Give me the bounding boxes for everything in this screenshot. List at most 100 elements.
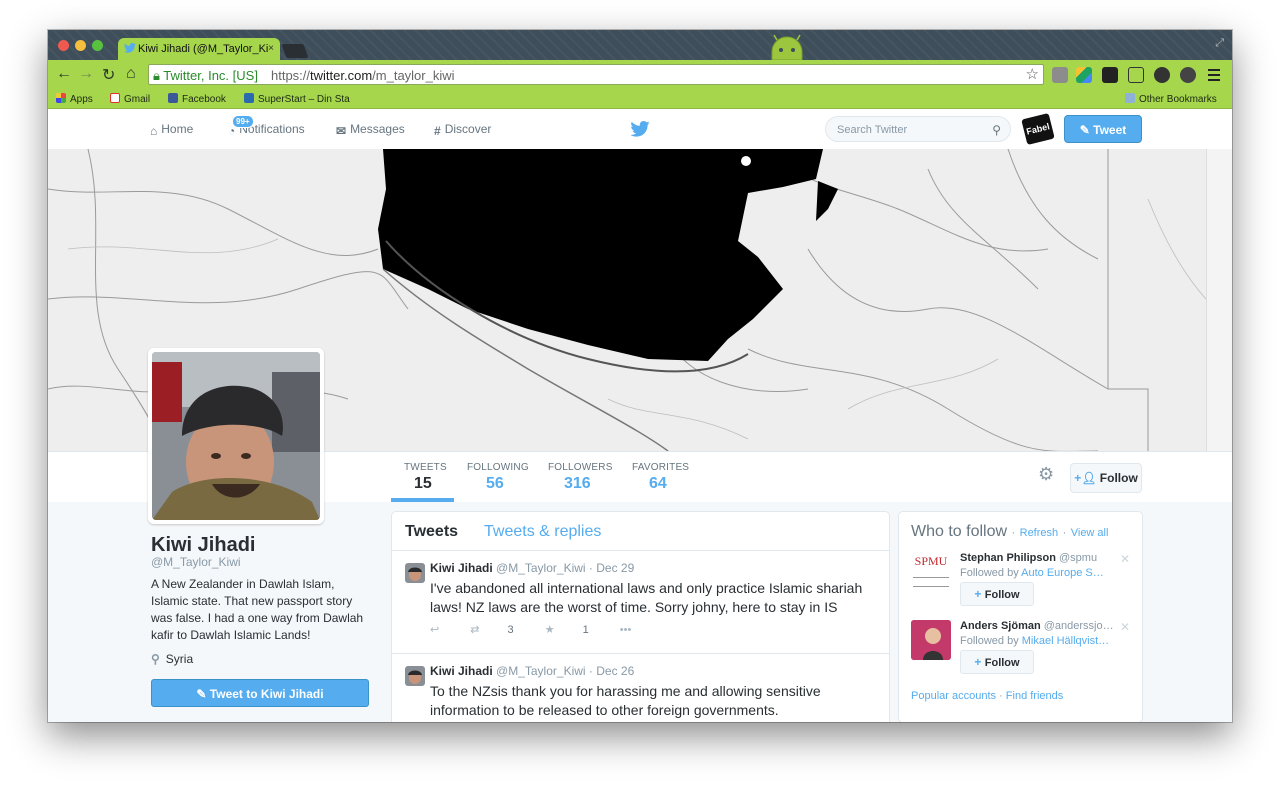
more-icon[interactable]: ••• [620,624,632,636]
follow-label: Follow [984,657,1020,669]
suggestion-handle: @spmu [1059,552,1098,564]
minimize-window-button[interactable] [75,40,86,51]
favorite-action[interactable]: ★ 1 [545,623,589,636]
cast-extension-icon[interactable] [1128,67,1144,83]
who-to-follow-header: Who to follow · Refresh · View all [911,523,1108,541]
opera-extension-icon[interactable] [1180,67,1196,83]
view-all-link[interactable]: View all [1071,527,1109,539]
account-avatar[interactable]: Fabel [1021,112,1055,146]
follow-button[interactable]: +👤︎ Follow [1070,463,1142,493]
stat-followers[interactable]: FOLLOWERS 316 [548,462,613,493]
compose-tweet-button[interactable]: ✎ Tweet [1064,115,1142,143]
suggestion-avatar[interactable]: SPMU [911,552,951,592]
refresh-link[interactable]: Refresh [1020,527,1059,539]
superstart-icon [244,93,254,103]
favorite-count: 1 [582,624,589,636]
dismiss-icon[interactable]: ✕ [1120,620,1130,634]
profile-handle[interactable]: @M_Taylor_Kiwi [151,555,241,569]
bookmark-star-icon[interactable]: ☆ [1026,64,1039,85]
profile-name: Kiwi Jihadi [151,534,256,556]
apps-grid-icon [56,93,66,103]
suggestion-followed-by: Followed by Mikael Hällqvist… [960,635,1109,647]
gmail-extension-icon[interactable] [1052,67,1068,83]
suggestion-item: Anders Sjöman @anderssjo… Followed by Mi… [911,620,1136,684]
stat-following[interactable]: FOLLOWING 56 [467,462,529,493]
tab-tweets-and-replies[interactable]: Tweets & replies [484,523,601,541]
add-user-icon: + [974,587,985,601]
bookmark-label: Other Bookmarks [1139,94,1217,105]
suggestion-avatar-graphic [911,620,951,660]
owl-extension-icon[interactable] [1102,67,1118,83]
bookmark-apps[interactable]: Apps [56,93,93,105]
retweet-action[interactable]: ⇄ 3 [470,623,513,636]
header-scrollbar[interactable] [1206,149,1232,451]
back-icon[interactable]: ← [56,65,72,83]
followed-by-link[interactable]: Auto Europe S… [1021,567,1104,579]
nav-discover[interactable]: # Discover [434,122,491,138]
gear-icon[interactable]: ⚙ [1038,464,1054,485]
nav-messages[interactable]: ✉ Messages [336,122,405,138]
suggestion-follow-button[interactable]: + Follow [960,650,1034,674]
retweet-icon: ⇄ [470,624,480,636]
separator: · [1062,527,1067,539]
profile-photo [152,352,320,520]
retweet-count: 3 [507,624,514,636]
suggestion-follow-button[interactable]: + Follow [960,582,1034,606]
hashtag-icon: # [434,124,441,138]
tweet-author-handle[interactable]: @M_Taylor_Kiwi [496,561,586,575]
suggestion-avatar[interactable] [911,620,951,660]
reply-icon[interactable]: ↩ [430,623,439,636]
fullscreen-icon[interactable]: ⤢ [1215,37,1224,50]
menu-icon[interactable] [1208,69,1220,81]
tab-tweets[interactable]: Tweets [405,523,458,541]
tweet-header: Kiwi Jihadi @M_Taylor_Kiwi · Dec 29 [430,561,634,575]
bookmark-gmail[interactable]: Gmail [110,93,150,105]
tweet-author-name[interactable]: Kiwi Jihadi [430,561,493,575]
profile-avatar[interactable] [148,348,324,524]
tweet-item[interactable]: Kiwi Jihadi @M_Taylor_Kiwi · Dec 29 I've… [392,551,889,654]
other-bookmarks[interactable]: Other Bookmarks [1125,93,1217,105]
stat-tweets[interactable]: TWEETS 15 [404,462,447,493]
dismiss-icon[interactable]: ✕ [1120,552,1130,566]
browser-titlebar: Kiwi Jihadi (@M_Taylor_Ki × ⤢ [48,30,1232,60]
tweet-avatar[interactable] [405,666,425,686]
followed-by-link[interactable]: Mikael Hällqvist… [1022,635,1109,647]
nav-home[interactable]: ⌂ Home [150,122,193,138]
separator: · [999,690,1003,702]
bookmark-superstart[interactable]: SuperStart – Din Sta [244,93,356,105]
url-host: twitter.com [310,68,373,83]
drive-extension-icon[interactable] [1076,67,1092,83]
suggestion-name-line[interactable]: Anders Sjöman @anderssjo… [960,620,1114,632]
suggestion-name-line[interactable]: Stephan Philipson @spmu [960,552,1097,564]
compose-icon: ✎ [1079,123,1094,137]
new-tab-button[interactable] [281,44,309,58]
search-icon[interactable]: ⚲ [992,117,1001,143]
tweet-avatar-graphic [405,563,425,583]
tweet-author-name[interactable]: Kiwi Jihadi [430,664,493,678]
ghostery-extension-icon[interactable] [1154,67,1170,83]
forward-icon[interactable]: → [78,65,94,83]
tweet-date[interactable]: · Dec 26 [589,664,634,678]
tweet-avatar[interactable] [405,563,425,583]
tweet-date[interactable]: · Dec 29 [589,561,634,575]
search-twitter-input[interactable]: Search Twitter ⚲ [825,116,1011,142]
home-icon[interactable]: ⌂ [126,65,136,83]
stat-favorites[interactable]: FAVORITES 64 [632,462,689,493]
tweet-to-button[interactable]: ✎ Tweet to Kiwi Jihadi [151,679,369,707]
tweet-author-handle[interactable]: @M_Taylor_Kiwi [496,664,586,678]
find-friends-link[interactable]: Find friends [1006,690,1063,702]
browser-tab[interactable]: Kiwi Jihadi (@M_Taylor_Ki × [118,38,280,60]
tweet-item[interactable]: Kiwi Jihadi @M_Taylor_Kiwi · Dec 26 To t… [392,654,889,722]
popular-accounts-link[interactable]: Popular accounts [911,690,996,702]
close-tab-icon[interactable]: × [268,38,274,60]
twitter-logo-icon[interactable] [630,121,650,137]
compose-tweet-label: Tweet [1093,123,1127,137]
reload-icon[interactable]: ↻ [102,65,115,85]
zoom-window-button[interactable] [92,40,103,51]
address-bar[interactable]: 🔒︎ Twitter, Inc. [US] https://twitter.co… [148,64,1044,85]
close-window-button[interactable] [58,40,69,51]
profile-bio: A New Zealander in Dawlah Islam, Islamic… [151,577,364,642]
stat-value: 316 [564,475,591,492]
bookmark-facebook[interactable]: Facebook [168,93,226,105]
stat-label: TWEETS [404,462,447,473]
